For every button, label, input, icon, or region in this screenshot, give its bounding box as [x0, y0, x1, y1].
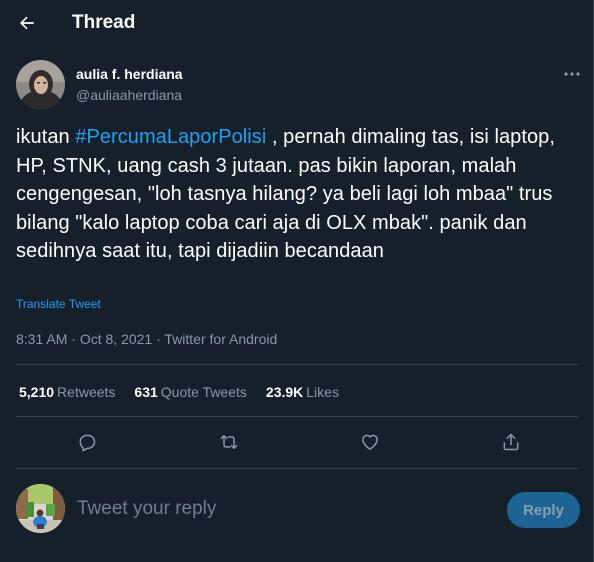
reply-button[interactable]: [74, 429, 100, 455]
heart-icon: [362, 434, 378, 450]
retweets-label: Retweets: [57, 384, 116, 400]
tweet-meta: 8:31 AM · Oct 8, 2021 · Twitter for Andr…: [16, 330, 277, 348]
back-arrow-icon: [19, 16, 34, 30]
user-avatar[interactable]: [16, 484, 65, 533]
hashtag-link[interactable]: #PercumaLaporPolisi: [75, 126, 266, 148]
back-button[interactable]: [10, 6, 44, 40]
likes-stat[interactable]: 23.9K Likes: [266, 383, 339, 401]
tweet-text: ikutan #PercumaLaporPolisi , pernah dima…: [16, 123, 576, 266]
page-title: Thread: [72, 12, 136, 33]
share-button[interactable]: [498, 429, 524, 455]
likes-label: Likes: [306, 384, 339, 400]
more-dots-icon: [564, 72, 580, 76]
tweet-source[interactable]: Twitter for Android: [164, 331, 277, 347]
tweet-text-prefix: ikutan: [16, 126, 76, 148]
meta-separator: ·: [71, 331, 76, 347]
likes-count: 23.9K: [265, 384, 304, 400]
tweet-time[interactable]: 8:31 AM: [16, 331, 67, 347]
tweet-date[interactable]: Oct 8, 2021: [80, 331, 152, 347]
reply-icon: [79, 434, 96, 452]
engagement-stats: 5,210 Retweets 631 Quote Tweets 23.9K Likes: [19, 383, 358, 401]
retweet-button[interactable]: [216, 429, 242, 455]
like-button[interactable]: [357, 429, 383, 455]
divider: [16, 364, 578, 365]
retweets-stat[interactable]: 5,210 Retweets: [19, 383, 115, 401]
retweet-icon: [220, 435, 238, 449]
share-icon: [503, 433, 519, 451]
quote-tweets-count: 631: [134, 384, 158, 400]
quote-tweets-label: Quote Tweets: [160, 384, 247, 400]
reply-submit-button[interactable]: Reply: [507, 492, 580, 528]
author-name[interactable]: aulia f. herdiana: [76, 66, 183, 82]
more-options-button[interactable]: [560, 66, 584, 82]
author-avatar[interactable]: [16, 60, 65, 109]
retweets-count: 5,210: [19, 384, 55, 400]
author-handle[interactable]: @auliaaherdiana: [76, 87, 182, 103]
translate-tweet-link[interactable]: Translate Tweet: [16, 297, 101, 311]
author-avatar-image: [16, 60, 65, 109]
meta-separator: ·: [156, 331, 161, 347]
reply-input[interactable]: [77, 495, 487, 523]
user-avatar-image: [16, 484, 65, 533]
header-bar: Thread: [0, 0, 594, 46]
divider: [16, 468, 578, 469]
divider: [16, 416, 578, 417]
quote-tweets-stat[interactable]: 631 Quote Tweets: [134, 383, 247, 401]
thread-page: Thread aulia f. herdiana @auliaaherdiana…: [0, 0, 594, 562]
